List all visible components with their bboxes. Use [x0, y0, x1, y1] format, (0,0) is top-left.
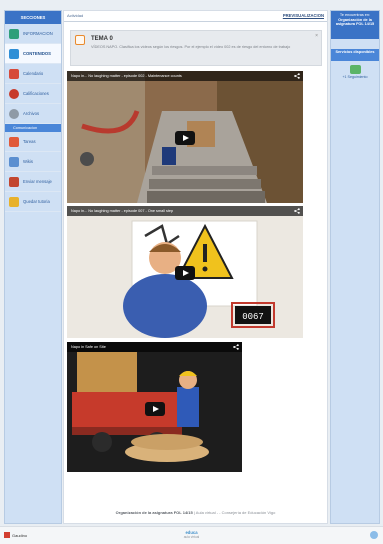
sidebar-item-contenidos[interactable]: CONTENIDOS [5, 44, 61, 64]
sidebar-header: SECCIONES [5, 11, 61, 24]
message-icon [9, 176, 19, 187]
video-player-3[interactable]: Napo in Safe on Site [67, 342, 242, 472]
close-icon[interactable]: × [315, 33, 318, 39]
tracking-label: +1 Seguimiento [342, 75, 368, 79]
sidebar-item-archivos[interactable]: Archivos [5, 104, 61, 124]
video-player-1[interactable]: Napo in... No laughing matter - episode … [67, 71, 303, 203]
video-title: Napo in Safe on Site [67, 342, 242, 352]
share-icon[interactable] [233, 344, 239, 350]
play-button[interactable] [175, 131, 195, 145]
sidebar-item-calendario[interactable]: Calendario [5, 64, 61, 84]
sidebar-item-label: Calendario [23, 71, 44, 76]
preview-link[interactable]: PREVISUALIZACION [283, 13, 324, 18]
sidebar-item-label: Enviar mensaje [23, 179, 52, 184]
wiki-icon [9, 156, 19, 167]
share-icon[interactable] [294, 208, 300, 214]
footer-links[interactable]: | Aula virtual - - Consejería de Educaci… [194, 510, 275, 515]
sidebar-item-quedar-tutoria[interactable]: Quedar tutoria [5, 192, 61, 212]
calendar-icon [9, 68, 19, 79]
play-button[interactable] [145, 402, 165, 416]
document-icon [75, 35, 85, 45]
share-icon[interactable] [294, 73, 300, 79]
breadcrumb[interactable]: Actividad [67, 13, 83, 18]
left-sidebar: SECCIONES INFORMACION CONTENIDOS Calenda… [4, 10, 62, 524]
sidebar-item-wikis[interactable]: Wikis [5, 152, 61, 172]
folder-icon [9, 108, 19, 119]
help-icon[interactable] [370, 531, 378, 539]
location-prefix: Te encuentras en: [339, 13, 371, 17]
right-sidebar: Te encuentras en: Organización de la asi… [330, 10, 380, 524]
svg-text:0067: 0067 [242, 312, 264, 322]
tracking-item[interactable]: +1 Seguimiento [331, 65, 379, 79]
platform-logo: educa aula virtual [0, 530, 383, 540]
course-footer: Organización de la asignatura FOL 14/15 … [64, 510, 327, 515]
platform-logo-sub: aula virtual [183, 535, 200, 539]
book-icon [9, 48, 19, 59]
main-content: Actividad PREVISUALIZACION TEMA 0 VÍDEOS… [63, 10, 328, 524]
info-icon [9, 28, 19, 39]
sidebar-item-label: Calificaciones [23, 91, 49, 96]
sidebar-item-label: CONTENIDOS [23, 51, 51, 56]
sidebar-item-calificaciones[interactable]: Calificaciones [5, 84, 61, 104]
sidebar-item-label: Wikis [23, 159, 34, 164]
task-icon [9, 136, 19, 147]
topic-description: VÍDEOS NAPO. Clasifica los vídeos según … [91, 45, 291, 49]
sidebar-item-label: Quedar tutoria [23, 199, 50, 204]
services-header: Servicios disponibles [331, 49, 379, 61]
breadcrumb-bar: Actividad PREVISUALIZACION [64, 11, 327, 22]
bottom-bar: Gaudino educa aula virtual [0, 526, 383, 544]
sidebar-item-label: Tareas [23, 139, 36, 144]
ribbon-icon [9, 88, 19, 99]
location-box: Te encuentras en: Organización de la asi… [331, 11, 379, 39]
sidebar-item-enviar-mensaje[interactable]: Enviar mensaje [5, 172, 61, 192]
sidebar-item-tareas[interactable]: Tareas [5, 132, 61, 152]
sidebar-item-label: Archivos [23, 111, 40, 116]
sidebar-subheader: Comunicacion [5, 124, 61, 132]
tracking-icon [349, 65, 361, 74]
video-title: Napo in... No laughing matter - episode … [67, 206, 303, 216]
topic-title: TEMA 0 [91, 36, 113, 42]
sidebar-item-label: INFORMACION [23, 31, 53, 36]
footer-course-title: Organización de la asignatura FOL 14/15 [115, 510, 193, 515]
location-title: Organización de la asignatura FOL 14/15 [335, 17, 375, 27]
mail-icon [9, 196, 19, 207]
topic-card: TEMA 0 VÍDEOS NAPO. Clasifica los vídeos… [70, 30, 322, 66]
app-frame: SECCIONES INFORMACION CONTENIDOS Calenda… [0, 0, 383, 544]
video-title: Napo in... No laughing matter - episode … [67, 71, 303, 81]
sidebar-item-informacion[interactable]: INFORMACION [5, 24, 61, 44]
play-button[interactable] [175, 266, 195, 280]
video-player-2[interactable]: 0067 Napo in... No laughing matter - epi… [67, 206, 303, 338]
